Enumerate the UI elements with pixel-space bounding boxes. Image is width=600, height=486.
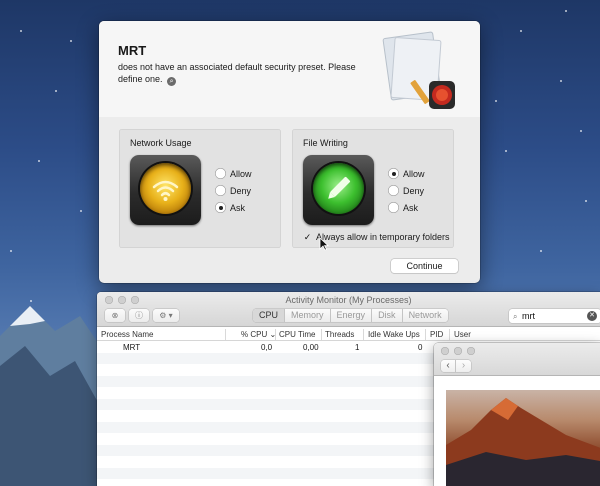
file-option-allow[interactable]: Allow	[388, 165, 425, 182]
idle-wake-ups-cell: 0	[418, 343, 423, 352]
wifi-icon	[152, 180, 179, 201]
radio-button-selected[interactable]	[388, 168, 399, 179]
file-traffic-light	[303, 155, 374, 225]
radio-button[interactable]	[388, 202, 399, 213]
search-field[interactable]: ⌕ mrt ✕	[509, 309, 600, 323]
column-pid[interactable]: PID	[430, 330, 443, 339]
column-idle-wake-ups[interactable]: Idle Wake Ups	[368, 330, 420, 339]
mountain-photo-art	[446, 398, 600, 486]
navigation-buttons: ‹ ›	[441, 360, 471, 372]
radio-button[interactable]	[215, 168, 226, 179]
mrt-security-dialog: MRT does not have an associated default …	[99, 21, 480, 283]
temp-folders-checkbox[interactable]: ✓	[303, 232, 312, 242]
option-label: Allow	[403, 168, 425, 179]
network-usage-title: Network Usage	[130, 138, 192, 148]
dialog-message-text: does not have an associated default secu…	[118, 62, 356, 84]
column-cpu-label: % CPU	[241, 330, 268, 339]
minimize-window-button[interactable]	[454, 347, 462, 355]
file-option-deny[interactable]: Deny	[388, 182, 425, 199]
option-label: Allow	[230, 168, 252, 179]
category-tabs: CPU Memory Energy Disk Network	[253, 309, 448, 322]
process-name-cell: MRT	[123, 343, 141, 352]
magnifier-icon[interactable]: ⌕	[167, 77, 177, 86]
search-value: mrt	[522, 311, 535, 321]
info-icon: ⓘ	[135, 311, 143, 320]
tab-energy[interactable]: Energy	[331, 309, 373, 322]
option-label: Ask	[230, 202, 246, 213]
column-divider	[321, 329, 322, 340]
file-writing-title: File Writing	[303, 138, 348, 148]
search-icon: ⌕	[513, 312, 518, 321]
network-radio-group: Allow Deny Ask	[215, 165, 252, 216]
mouse-cursor-icon	[319, 237, 329, 251]
tab-memory[interactable]: Memory	[285, 309, 331, 322]
network-option-allow[interactable]: Allow	[215, 165, 252, 182]
file-lamp	[313, 163, 364, 214]
image-viewer-toolbar: ‹ ›	[434, 343, 600, 376]
pencil-icon	[328, 176, 351, 199]
file-radio-group: Allow Deny Ask	[388, 165, 425, 216]
file-writing-panel: File Writing Allow Deny Ask ✓ Always all…	[292, 129, 454, 248]
column-divider	[275, 329, 276, 340]
stop-icon: ⊗	[111, 311, 119, 320]
activity-monitor-toolbar: Activity Monitor (My Processes) ⊗ ⓘ ⚙ ▾ …	[97, 292, 600, 327]
column-cpu[interactable]: % CPU ⌄	[241, 330, 276, 339]
process-table-header: Process Name % CPU ⌄ CPU Time Threads Id…	[97, 328, 600, 341]
image-viewer-window: ‹ ›	[434, 343, 600, 486]
tab-disk[interactable]: Disk	[372, 309, 403, 322]
column-divider	[225, 329, 226, 340]
dialog-message: does not have an associated default secu…	[118, 61, 368, 86]
app-document-icon	[382, 31, 455, 109]
network-lamp	[140, 163, 191, 214]
radio-button-selected[interactable]	[215, 202, 226, 213]
threads-cell: 1	[355, 343, 360, 352]
network-option-ask[interactable]: Ask	[215, 199, 252, 216]
column-divider	[425, 329, 426, 340]
cpu-time-cell: 0,00	[303, 343, 319, 352]
network-traffic-light	[130, 155, 201, 225]
column-process-name[interactable]: Process Name	[101, 330, 153, 339]
window-title: Activity Monitor (My Processes)	[285, 295, 412, 305]
back-icon[interactable]: ‹	[441, 360, 456, 372]
column-divider	[449, 329, 450, 340]
radio-button[interactable]	[215, 185, 226, 196]
window-controls	[441, 347, 475, 355]
stop-process-button[interactable]: ⊗	[105, 309, 125, 322]
gear-icon: ⚙ ▾	[159, 311, 173, 320]
tab-cpu[interactable]: CPU	[253, 309, 286, 322]
forward-icon[interactable]: ›	[456, 360, 471, 372]
continue-button[interactable]: Continue	[391, 259, 458, 273]
column-cpu-time[interactable]: CPU Time	[279, 330, 315, 339]
cpu-cell: 0,0	[261, 343, 273, 352]
mountain-photo	[446, 390, 600, 486]
option-label: Deny	[230, 185, 252, 196]
option-label: Ask	[403, 202, 419, 213]
network-usage-panel: Network Usage Allow Deny Ask	[119, 129, 281, 248]
close-window-button[interactable]	[441, 347, 449, 355]
file-option-ask[interactable]: Ask	[388, 199, 425, 216]
zoom-window-button[interactable]	[467, 347, 475, 355]
column-threads[interactable]: Threads	[325, 330, 354, 339]
tab-network[interactable]: Network	[403, 309, 448, 322]
radio-button[interactable]	[388, 185, 399, 196]
column-divider	[363, 329, 364, 340]
clear-search-icon[interactable]: ✕	[587, 311, 597, 321]
action-menu-button[interactable]: ⚙ ▾	[153, 309, 179, 322]
dialog-title: MRT	[118, 43, 147, 58]
column-user[interactable]: User	[454, 330, 471, 339]
option-label: Deny	[403, 185, 425, 196]
inspect-process-button[interactable]: ⓘ	[129, 309, 149, 322]
network-option-deny[interactable]: Deny	[215, 182, 252, 199]
temp-folders-label: Always allow in temporary folders	[316, 232, 450, 242]
